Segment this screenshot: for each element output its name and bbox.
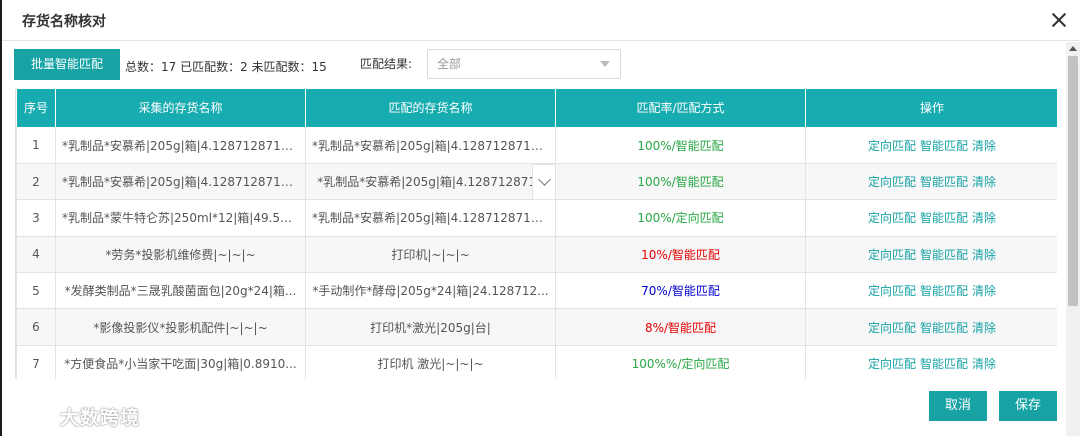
row-no: 6 — [16, 308, 56, 346]
clear-link[interactable]: 清除 — [972, 139, 996, 153]
row-no: 7 — [16, 344, 56, 379]
matched-name: 打印机*激光|205g|台| — [305, 308, 556, 346]
collected-name: *乳制品*安慕希|205g|箱|4.1287128712... — [55, 162, 306, 201]
row-actions: 定向匹配 智能匹配 清除 — [805, 272, 1057, 310]
table-header-row: 序号 采集的存货名称 匹配的存货名称 匹配率/匹配方式 操作 — [16, 89, 1057, 128]
row-actions: 定向匹配 智能匹配 清除 — [805, 162, 1057, 201]
watermark-text: 大数跨境 — [60, 406, 141, 429]
collected-name: *劳务*投影机维修费|~|~|~ — [55, 235, 306, 274]
row-actions: 定向匹配 智能匹配 清除 — [805, 344, 1057, 379]
dialog-footer: 取消 保存 — [2, 384, 1062, 434]
result-filter-label: 匹配结果: — [360, 57, 413, 71]
matched-name: *乳制品*安慕希|205g|箱|4.1287128712... — [305, 126, 556, 164]
row-actions: 定向匹配 智能匹配 清除 — [805, 199, 1057, 237]
table-row: 5 *发酵类制品*三晟乳酸菌面包|20g*24|箱... *手动制作*酵母|205g… — [16, 272, 1057, 310]
match-rate: 100%/智能匹配 — [555, 126, 806, 164]
match-rate: 100%%/定向匹配 — [555, 344, 806, 379]
directed-match-link[interactable]: 定向匹配 — [868, 175, 916, 189]
header-matched-name: 匹配的存货名称 — [305, 89, 556, 128]
directed-match-link[interactable]: 定向匹配 — [868, 139, 916, 153]
matched-name: *乳制品*安慕希|205g|箱|4.1287128712... — [305, 199, 556, 237]
row-actions: 定向匹配 智能匹配 清除 — [805, 308, 1057, 346]
match-rate-text: 70%/智能匹配 — [641, 284, 720, 299]
table-row: 4 *劳务*投影机维修费|~|~|~ 打印机|~|~|~ 10%/智能匹配 定向匹配 智能… — [16, 235, 1057, 274]
match-rate-text: 100%/智能匹配 — [637, 138, 724, 153]
directed-match-link[interactable]: 定向匹配 — [868, 211, 916, 225]
caret-down-icon — [600, 61, 610, 67]
collected-name: *发酵类制品*三晟乳酸菌面包|20g*24|箱... — [55, 272, 306, 310]
clear-link[interactable]: 清除 — [972, 357, 996, 371]
save-button[interactable]: 保存 — [999, 391, 1057, 421]
match-dialog: 存货名称核对 批量智能匹配 总数：17 已匹配数：2 未匹配数：15 匹配结果:… — [0, 0, 1080, 436]
smart-match-link[interactable]: 智能匹配 — [920, 248, 968, 262]
row-no: 1 — [16, 126, 56, 164]
smart-match-link[interactable]: 智能匹配 — [920, 321, 968, 335]
row-actions: 定向匹配 智能匹配 清除 — [805, 126, 1057, 164]
matched-name: 打印机|~|~|~ — [305, 235, 556, 274]
match-rate: 100%/定向匹配 — [555, 199, 806, 237]
smart-match-link[interactable]: 智能匹配 — [920, 211, 968, 225]
row-actions: 定向匹配 智能匹配 清除 — [805, 235, 1057, 274]
smart-match-link[interactable]: 智能匹配 — [920, 139, 968, 153]
table-row: 3 *乳制品*蒙牛特仑苏|250ml*12|箱|49.50... *乳制品*安慕希|… — [16, 199, 1057, 237]
result-filter-value: 全部 — [437, 57, 462, 71]
clear-link[interactable]: 清除 — [972, 321, 996, 335]
watermark: 大数跨境 — [10, 401, 140, 431]
clear-link[interactable]: 清除 — [972, 175, 996, 189]
row-no: 5 — [16, 272, 56, 310]
row-no: 3 — [16, 199, 56, 237]
collected-name: *乳制品*安慕希|205g|箱|4.1287128712... — [55, 126, 306, 164]
cancel-button[interactable]: 取消 — [929, 391, 987, 421]
collected-name: *方便食品*小当家干吃面|30g|箱|0.8910... — [55, 344, 306, 379]
toolbar: 批量智能匹配 总数：17 已匹配数：2 未匹配数：15 匹配结果: 全部 — [2, 49, 1062, 81]
match-table: 序号 采集的存货名称 匹配的存货名称 匹配率/匹配方式 操作 1 *乳制品*安慕希… — [16, 89, 1057, 379]
table-row: 6 *影像投影仪*投影机配件|~|~|~ 打印机*激光|205g|台| 8%/智能匹配… — [16, 308, 1057, 346]
match-summary: 总数：17 已匹配数：2 未匹配数：15 — [125, 60, 327, 74]
clear-link[interactable]: 清除 — [972, 211, 996, 225]
match-rate: 70%/智能匹配 — [555, 272, 806, 310]
directed-match-link[interactable]: 定向匹配 — [868, 248, 916, 262]
chevron-down-icon[interactable] — [532, 164, 556, 200]
result-filter-select[interactable]: 全部 — [427, 49, 621, 79]
match-rate: 100%/智能匹配 — [555, 162, 806, 201]
directed-match-link[interactable]: 定向匹配 — [868, 321, 916, 335]
table-row: 1 *乳制品*安慕希|205g|箱|4.1287128712... *乳制品*安慕希… — [16, 126, 1057, 164]
scroll-thumb[interactable] — [1068, 56, 1078, 306]
dialog-title: 存货名称核对 — [22, 14, 106, 30]
watermark-logo-icon — [10, 403, 54, 429]
collected-name: *乳制品*蒙牛特仑苏|250ml*12|箱|49.50... — [55, 199, 306, 237]
header-actions: 操作 — [805, 89, 1057, 128]
match-rate: 10%/智能匹配 — [555, 235, 806, 274]
match-rate-text: 10%/智能匹配 — [641, 247, 720, 262]
close-icon[interactable] — [1050, 11, 1068, 29]
collected-name: *影像投影仪*投影机配件|~|~|~ — [55, 308, 306, 346]
directed-match-link[interactable]: 定向匹配 — [868, 284, 916, 298]
scroll-up-icon[interactable] — [1069, 46, 1077, 51]
matched-name: *手动制作*酵母|205g*24|箱|24.128712... — [305, 272, 556, 310]
batch-match-button[interactable]: 批量智能匹配 — [14, 49, 120, 80]
match-rate-text: 100%%/定向匹配 — [631, 357, 730, 372]
clear-link[interactable]: 清除 — [972, 248, 996, 262]
vertical-scrollbar[interactable] — [1066, 42, 1080, 436]
table-row: 7 *方便食品*小当家干吃面|30g|箱|0.8910... 打印机 激光|~|~|… — [16, 344, 1057, 379]
match-rate-text: 100%/智能匹配 — [637, 175, 724, 190]
match-rate: 8%/智能匹配 — [555, 308, 806, 346]
header-match-rate: 匹配率/匹配方式 — [555, 89, 806, 128]
smart-match-link[interactable]: 智能匹配 — [920, 284, 968, 298]
row-no: 2 — [16, 162, 56, 201]
row-no: 4 — [16, 235, 56, 274]
directed-match-link[interactable]: 定向匹配 — [868, 357, 916, 371]
dialog-header: 存货名称核对 — [2, 0, 1080, 41]
clear-link[interactable]: 清除 — [972, 284, 996, 298]
header-no: 序号 — [16, 89, 56, 128]
match-table-container: 序号 采集的存货名称 匹配的存货名称 匹配率/匹配方式 操作 1 *乳制品*安慕希… — [15, 89, 1057, 379]
match-rate-text: 8%/智能匹配 — [644, 320, 717, 335]
matched-name: 打印机 激光|~|~|~ — [305, 344, 556, 379]
match-rate-text: 100%/定向匹配 — [637, 211, 724, 226]
smart-match-link[interactable]: 智能匹配 — [920, 357, 968, 371]
header-collected-name: 采集的存货名称 — [55, 89, 306, 128]
smart-match-link[interactable]: 智能匹配 — [920, 175, 968, 189]
matched-name: *乳制品*安慕希|205g|箱|4.1287128712 — [305, 162, 556, 201]
